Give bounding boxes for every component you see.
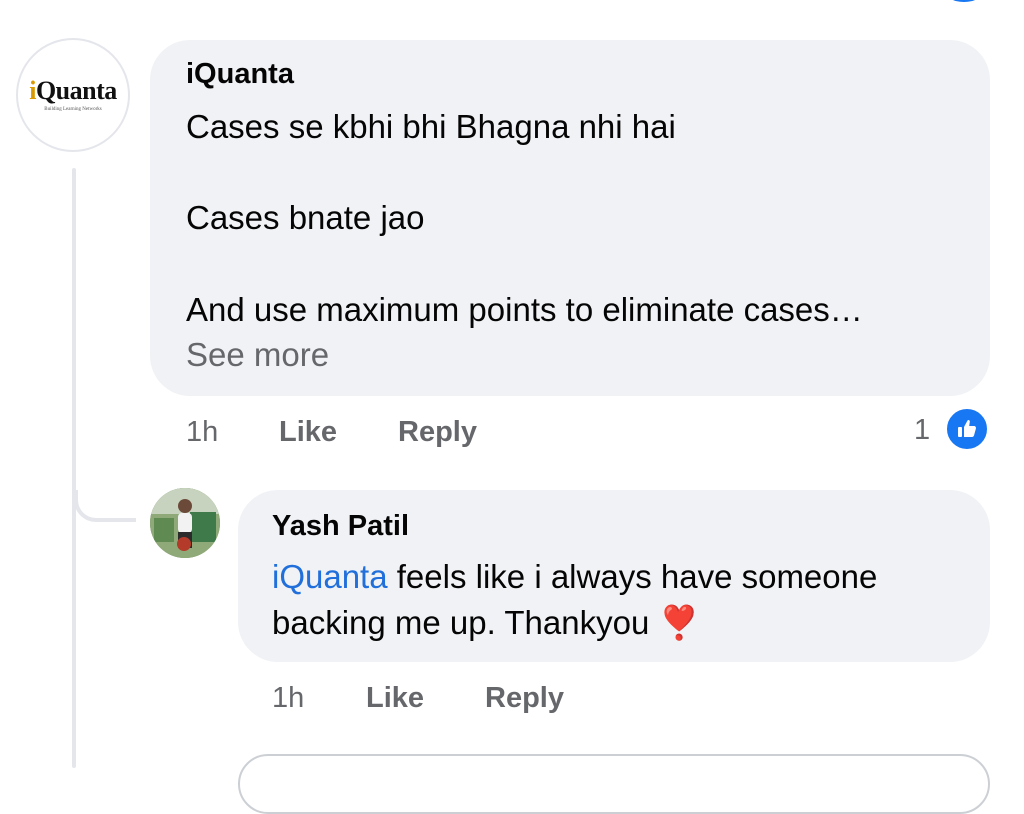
reply-text-line-2: backing me up. Thankyou ❣️ — [272, 604, 700, 643]
reply-button[interactable]: Reply — [398, 416, 477, 449]
thread-connector — [74, 490, 136, 522]
mention-link[interactable]: iQuanta — [272, 558, 388, 595]
partial-icon — [944, 0, 984, 2]
comment-text-line-2: Cases bnate jao — [186, 199, 425, 236]
reply-like-button[interactable]: Like — [366, 682, 424, 715]
reply-time[interactable]: 1h — [272, 682, 304, 715]
logo-tagline: Building Learning Networks — [44, 107, 102, 112]
reply-text-line-1: iQuanta feels like i always have someone — [272, 558, 877, 596]
yash-avatar[interactable] — [150, 488, 220, 558]
see-more-link[interactable]: See more — [186, 336, 329, 374]
comment-author[interactable]: iQuanta — [186, 58, 294, 91]
heart-exclamation-emoji: ❣️ — [658, 604, 700, 641]
comment-text-line-3: And use maximum points to eliminate case… — [186, 291, 863, 328]
reply-reply-button[interactable]: Reply — [485, 682, 564, 715]
like-button[interactable]: Like — [279, 416, 337, 449]
like-thumb-icon[interactable] — [944, 406, 990, 452]
reply-author[interactable]: Yash Patil — [272, 510, 409, 543]
comment-text-line-1: Cases se kbhi bhi Bhagna nhi hai — [186, 108, 676, 145]
iquanta-logo: iQuanta — [29, 76, 117, 105]
thread-line — [72, 168, 76, 768]
reply-text: feels like i always have someone — [387, 558, 878, 595]
reply-text-2: backing me up. Thankyou — [272, 604, 659, 641]
reaction-count[interactable]: 1 — [914, 414, 930, 447]
comment-input-box[interactable] — [238, 754, 990, 814]
iquanta-avatar[interactable]: iQuanta Building Learning Networks — [16, 38, 130, 152]
comment-time[interactable]: 1h — [186, 416, 218, 449]
